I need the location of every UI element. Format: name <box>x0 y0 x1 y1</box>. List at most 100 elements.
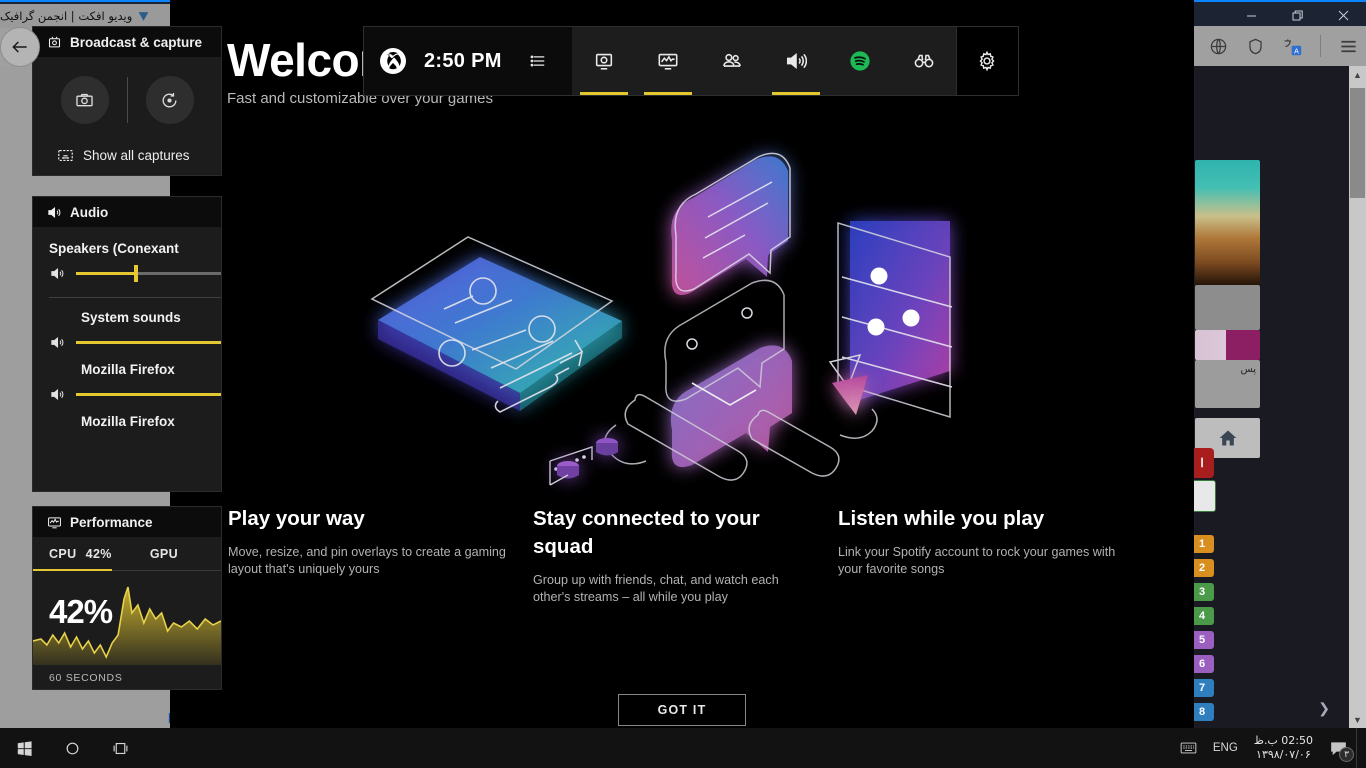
capture-widget-header[interactable]: Broadcast & capture <box>33 27 221 57</box>
audio-app-name: System sounds <box>81 310 181 325</box>
tab-audio[interactable] <box>763 27 828 95</box>
gamebar-toolbar: 2:50 PM <box>363 26 1019 96</box>
clock-time: 02:50 ب.ظ <box>1253 734 1313 747</box>
slider-thumb[interactable] <box>134 265 138 282</box>
firefox-toolbar-actions: A <box>1172 26 1358 66</box>
language-indicator[interactable]: ENG <box>1205 728 1246 768</box>
clock-date: ۱۳۹۸/۰۷/۰۶ <box>1256 748 1311 761</box>
binoculars-icon <box>914 54 934 68</box>
people-icon <box>722 53 741 67</box>
gamebar-toolbar-left: 2:50 PM <box>364 27 572 95</box>
tab-capture[interactable] <box>571 27 636 95</box>
feature-card: Play your way Move, resize, and pin over… <box>228 505 533 605</box>
app-volume-slider[interactable] <box>33 377 221 402</box>
slider-fill <box>76 341 221 344</box>
graph-timespan-label: 60 SECONDS <box>49 672 123 684</box>
audio-widget: Audio Speakers (Conexant System sounds M… <box>32 196 222 492</box>
performance-graph-area: 42% 60 SECONDS <box>33 571 221 687</box>
slider-track[interactable] <box>76 393 221 396</box>
notification-count-badge: ۳ <box>1339 747 1354 762</box>
slider-fill <box>76 272 137 275</box>
firefox-thumbnail-caption: پس <box>1195 360 1260 408</box>
performance-widget: Performance CPU 42% GPU 42% 60 SECONDS <box>32 506 222 690</box>
taskbar-clock[interactable]: 02:50 ب.ظ ۱۳۹۸/۰۷/۰۶ <box>1246 728 1321 768</box>
show-all-captures-label: Show all captures <box>83 148 190 163</box>
feature-description: Move, resize, and pin overlays to create… <box>228 545 506 576</box>
hamburger-menu-icon[interactable] <box>1339 37 1358 56</box>
minimize-button[interactable] <box>1228 2 1274 28</box>
close-icon <box>1338 10 1348 20</box>
performance-widget-title: Performance <box>70 514 153 530</box>
capture-widget-body: Show all captures <box>33 57 221 164</box>
tab-performance[interactable] <box>635 27 700 95</box>
widget-menu-button[interactable] <box>519 27 558 95</box>
minimize-icon <box>1246 15 1256 16</box>
search-icon <box>66 742 78 754</box>
action-center-button[interactable]: ۳ <box>1321 728 1356 768</box>
maximize-button[interactable] <box>1274 2 1320 28</box>
touch-keyboard-button[interactable] <box>1172 728 1205 768</box>
capture-divider <box>126 77 128 123</box>
tab-looking-for-group[interactable] <box>891 27 956 95</box>
screen-root: پس ا 1 2 3 4 5 6 7 8 n han ▲ ▼ ❯ <box>0 0 1366 768</box>
chevron-down-icon[interactable]: ❯ <box>1318 700 1330 717</box>
search-button[interactable] <box>48 728 96 768</box>
translate-icon[interactable]: A <box>1283 37 1302 56</box>
windows-taskbar: ENG 02:50 ب.ظ ۱۳۹۸/۰۷/۰۶ ۳ <box>0 728 1366 768</box>
tab-settings[interactable] <box>955 27 1018 95</box>
feature-title: Listen while you play <box>838 507 1045 530</box>
home-icon <box>1219 430 1236 446</box>
tab-cpu[interactable]: CPU 42% <box>33 537 112 571</box>
tab-gpu[interactable]: GPU <box>112 537 178 570</box>
tab-spotify[interactable] <box>827 27 892 95</box>
feature-title: Play your way <box>228 507 365 530</box>
cpu-usage-value: 42% <box>49 593 113 630</box>
speaker-icon <box>51 337 64 348</box>
cta-row: GOT IT <box>170 694 1194 726</box>
system-tray: ENG 02:50 ب.ظ ۱۳۹۸/۰۷/۰۶ ۳ <box>1172 728 1366 768</box>
gallery-icon <box>58 149 73 162</box>
take-screenshot-button[interactable] <box>60 76 109 124</box>
audio-device-name: Speakers (Conexant <box>49 241 179 256</box>
windows-logo-icon <box>17 740 32 756</box>
speaker-icon <box>51 389 64 400</box>
show-desktop-button[interactable] <box>1356 728 1362 768</box>
tab-xbox-social[interactable] <box>699 27 764 95</box>
close-button[interactable] <box>1320 2 1366 28</box>
scroll-up-icon[interactable]: ▲ <box>1349 66 1366 83</box>
globe-icon[interactable] <box>1209 37 1228 56</box>
slider-track[interactable] <box>76 341 221 344</box>
got-it-button[interactable]: GOT IT <box>618 694 746 726</box>
keyboard-icon <box>1180 742 1197 754</box>
performance-widget-header[interactable]: Performance <box>33 507 221 537</box>
app-volume-slider[interactable] <box>33 325 221 350</box>
back-button[interactable] <box>0 27 40 67</box>
start-button[interactable] <box>0 728 48 768</box>
firefox-thumbnail-pink <box>1195 330 1260 360</box>
gear-icon <box>979 50 995 72</box>
slider-track[interactable] <box>76 265 221 282</box>
record-last-30s-button[interactable] <box>145 76 194 124</box>
svg-text:A: A <box>1294 47 1299 55</box>
task-view-button[interactable] <box>96 728 144 768</box>
audio-app-name: Mozilla Firefox <box>81 414 175 429</box>
tab-gpu-label: GPU <box>149 546 179 561</box>
capture-buttons-row <box>33 69 221 131</box>
master-volume-slider[interactable] <box>33 256 221 282</box>
xbox-icon[interactable] <box>380 48 406 74</box>
slider-fill <box>76 393 221 396</box>
tab-cpu-value: 42% <box>85 546 112 561</box>
show-all-captures-link[interactable]: Show all captures <box>33 131 221 164</box>
scrollbar-thumb[interactable] <box>1350 88 1365 198</box>
performance-icon <box>658 53 678 70</box>
scroll-down-icon[interactable]: ▼ <box>1349 711 1366 728</box>
tab-active-indicator <box>579 92 628 95</box>
gamebar-clock: 2:50 PM <box>424 49 502 72</box>
browser-tab-title: ویدیو افکت | انجمن گرافیک <box>0 9 133 23</box>
audio-widget-header[interactable]: Audio <box>33 197 221 227</box>
firefox-thumbnail-gray <box>1195 285 1260 330</box>
restore-icon <box>1292 10 1303 20</box>
shield-icon[interactable] <box>1246 37 1265 56</box>
feature-card: Listen while you play Link your Spotify … <box>838 505 1143 605</box>
tab-active-indicator <box>643 92 692 95</box>
